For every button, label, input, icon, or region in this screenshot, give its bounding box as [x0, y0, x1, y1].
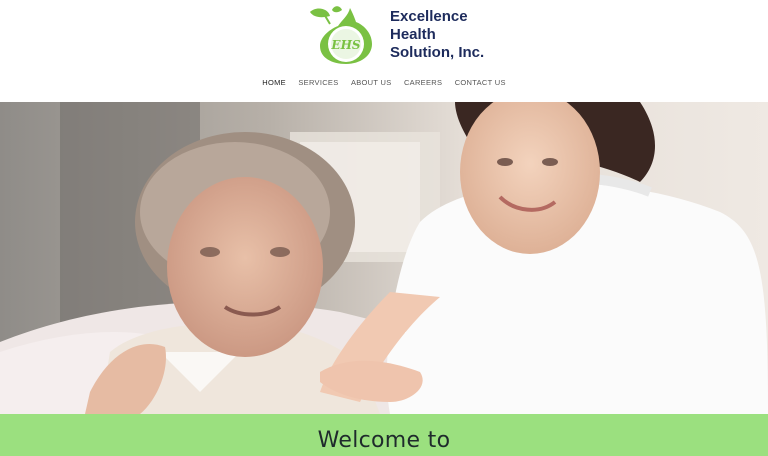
- site-header: EHS Excellence Health Solution, Inc. HOM…: [0, 0, 768, 102]
- logo-leaf-drop-icon: EHS: [310, 6, 372, 64]
- brand-name-line-1: Excellence: [390, 8, 468, 25]
- welcome-heading: Welcome to: [317, 428, 451, 453]
- nav-item-home[interactable]: HOME: [262, 78, 286, 87]
- brand-name-line-3: Solution, Inc.: [390, 44, 485, 61]
- hero-image: [0, 102, 768, 414]
- hero-photo-illustration: [0, 102, 768, 414]
- main-nav: HOME SERVICES ABOUT US CAREERS CONTACT U…: [0, 78, 768, 87]
- nav-item-services[interactable]: SERVICES: [298, 78, 338, 87]
- logo-monogram: EHS: [330, 38, 360, 52]
- nav-item-careers[interactable]: CAREERS: [404, 78, 442, 87]
- nav-item-about-us[interactable]: ABOUT US: [351, 78, 392, 87]
- brand-name: Excellence Health Solution, Inc.: [390, 8, 484, 62]
- welcome-banner: Welcome to: [0, 414, 768, 456]
- nav-item-contact-us[interactable]: CONTACT US: [455, 78, 506, 87]
- brand-name-line-2: Health: [390, 26, 436, 43]
- site-logo[interactable]: EHS Excellence Health Solution, Inc.: [302, 2, 502, 66]
